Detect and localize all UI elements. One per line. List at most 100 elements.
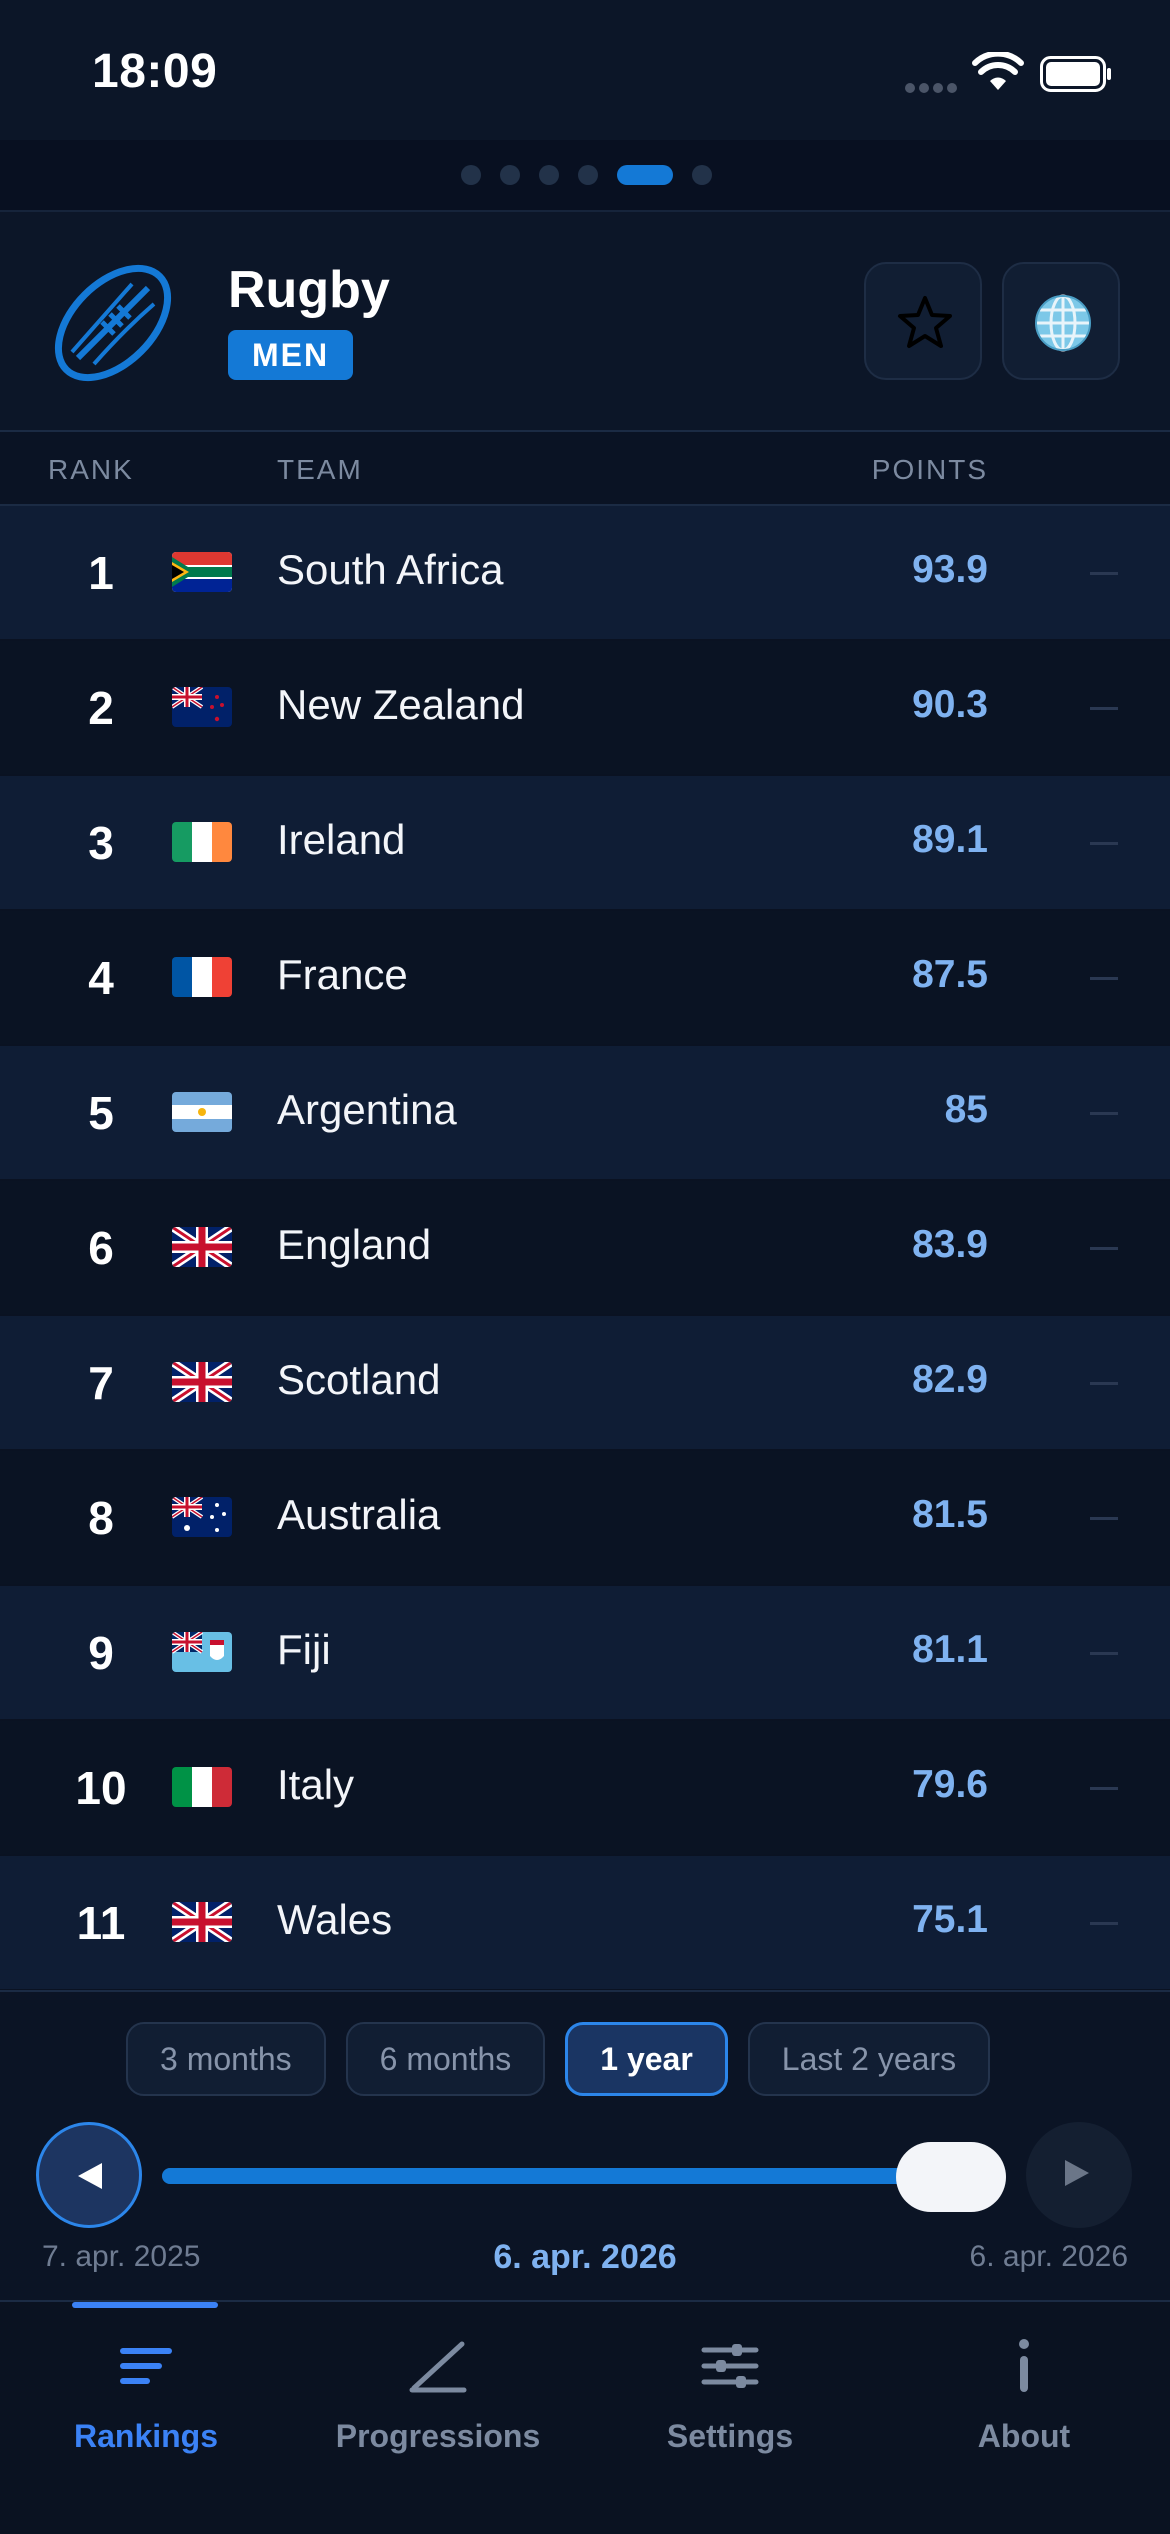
trend-indicator <box>1090 1517 1118 1520</box>
team-name: Ireland <box>277 816 406 863</box>
column-headers: RANK TEAM POINTS <box>0 432 1170 506</box>
tab-settings[interactable]: Settings <box>584 2336 876 2455</box>
rank-number: 3 <box>88 817 114 869</box>
play-left-icon <box>78 2163 102 2189</box>
team-points: 85 <box>944 1088 988 1131</box>
sport-header: Rugby MEN <box>0 212 1170 432</box>
period-selector: 3 months 6 months 1 year Last 2 years <box>126 2022 1010 2096</box>
trend-indicator <box>1090 842 1118 845</box>
timeline-end-date: 6. apr. 2026 <box>969 2240 1128 2273</box>
ranking-row[interactable]: 4 France 87.5 <box>0 911 1170 1046</box>
team-name: South Africa <box>277 546 504 593</box>
rank-number: 6 <box>88 1222 114 1274</box>
rank-number: 8 <box>88 1492 114 1544</box>
cellular-signal-icon <box>905 80 961 93</box>
rank-number: 2 <box>88 682 114 734</box>
period-last-2-years-button[interactable]: Last 2 years <box>747 2022 991 2096</box>
trend-indicator <box>1090 572 1118 575</box>
ranking-row[interactable]: 7 Scotland 82.9 <box>0 1316 1170 1451</box>
tab-progressions[interactable]: Progressions <box>292 2336 584 2455</box>
team-points: 83.9 <box>912 1223 988 1266</box>
page-dot[interactable] <box>461 165 481 185</box>
tab-label: Progressions <box>335 2418 541 2454</box>
team-name: Argentina <box>277 1086 457 1133</box>
page-dot[interactable] <box>578 165 598 185</box>
france-flag-icon <box>172 957 232 997</box>
team-name: Scotland <box>277 1356 441 1403</box>
page-dot[interactable] <box>539 165 559 185</box>
ranking-row[interactable]: 11 Wales 75.1 <box>0 1856 1170 1991</box>
page-indicator <box>0 140 1170 212</box>
tab-label: Rankings <box>73 2418 219 2454</box>
page-dot[interactable] <box>692 165 712 185</box>
gender-badge[interactable]: MEN <box>228 330 354 380</box>
ranking-row[interactable]: 3 Ireland 89.1 <box>0 776 1170 911</box>
rank-number: 1 <box>88 547 114 599</box>
rank-number: 10 <box>75 1762 127 1814</box>
wifi-icon <box>972 52 1024 90</box>
status-bar: 18:09 <box>0 0 1170 140</box>
team-points: 93.9 <box>912 548 988 591</box>
team-points: 89.1 <box>912 818 988 861</box>
play-right-icon <box>1065 2160 1089 2186</box>
australia-flag-icon <box>172 1497 232 1537</box>
tab-rankings[interactable]: Rankings <box>0 2336 292 2455</box>
page-dot[interactable] <box>500 165 520 185</box>
team-name: New Zealand <box>277 681 525 728</box>
team-name: England <box>277 1221 432 1268</box>
rank-number: 7 <box>88 1357 114 1409</box>
active-tab-indicator <box>72 2302 218 2308</box>
trend-indicator <box>1090 977 1118 980</box>
ranking-row[interactable]: 10 Italy 79.6 <box>0 1721 1170 1856</box>
trend-indicator <box>1090 1247 1118 1250</box>
team-name: Australia <box>277 1491 441 1538</box>
team-points: 81.5 <box>912 1493 988 1536</box>
region-button[interactable] <box>1002 262 1120 380</box>
rugby-ball-icon <box>54 264 172 382</box>
ranking-row[interactable]: 5 Argentina 85 <box>0 1046 1170 1181</box>
trend-indicator <box>1090 707 1118 710</box>
slider-thumb[interactable] <box>896 2142 1006 2212</box>
ranking-row[interactable]: 9 Fiji 81.1 <box>0 1586 1170 1721</box>
ranking-row[interactable]: 6 England 83.9 <box>0 1181 1170 1316</box>
slider-fill <box>162 2168 951 2184</box>
team-points: 87.5 <box>912 953 988 996</box>
trend-indicator <box>1090 1652 1118 1655</box>
timeline-slider[interactable] <box>162 2168 1006 2184</box>
rank-number: 9 <box>88 1627 114 1679</box>
timeline-controls: 3 months 6 months 1 year Last 2 years 7.… <box>0 1990 1170 2302</box>
trend-indicator <box>1090 1787 1118 1790</box>
page-dot-active[interactable] <box>617 165 673 185</box>
star-icon <box>898 296 952 348</box>
ranking-row[interactable]: 8 Australia 81.5 <box>0 1451 1170 1586</box>
ranking-row[interactable]: 1 South Africa 93.9 <box>0 506 1170 641</box>
team-name: Fiji <box>277 1626 331 1673</box>
team-points: 90.3 <box>912 683 988 726</box>
progressions-icon <box>409 2341 467 2393</box>
tab-bar: Rankings Progressions Settings About <box>0 2300 1170 2534</box>
column-team-header: TEAM <box>277 454 363 485</box>
period-3-months-button[interactable]: 3 months <box>126 2022 326 2096</box>
rankings-list: 1 South Africa 93.9 2 New Zealand 90.3 3… <box>0 506 1170 1991</box>
ranking-row[interactable]: 2 New Zealand 90.3 <box>0 641 1170 776</box>
rankings-icon <box>120 2348 172 2384</box>
ireland-flag-icon <box>172 822 232 862</box>
next-date-button[interactable] <box>1026 2122 1132 2228</box>
italy-flag-icon <box>172 1767 232 1807</box>
team-name: France <box>277 951 408 998</box>
status-time: 18:09 <box>92 45 218 98</box>
period-1-year-button[interactable]: 1 year <box>565 2022 728 2096</box>
south-africa-flag-icon <box>172 552 232 592</box>
tab-about[interactable]: About <box>878 2336 1170 2455</box>
previous-date-button[interactable] <box>36 2122 142 2228</box>
tab-label: About <box>977 2418 1071 2454</box>
favorite-button[interactable] <box>864 262 982 380</box>
team-points: 82.9 <box>912 1358 988 1401</box>
rank-number: 4 <box>88 952 114 1004</box>
period-6-months-button[interactable]: 6 months <box>345 2022 546 2096</box>
uk-flag-icon <box>172 1902 232 1942</box>
tab-label: Settings <box>666 2418 794 2454</box>
team-points: 81.1 <box>912 1628 988 1671</box>
uk-flag-icon <box>172 1227 232 1267</box>
new-zealand-flag-icon <box>172 687 232 727</box>
